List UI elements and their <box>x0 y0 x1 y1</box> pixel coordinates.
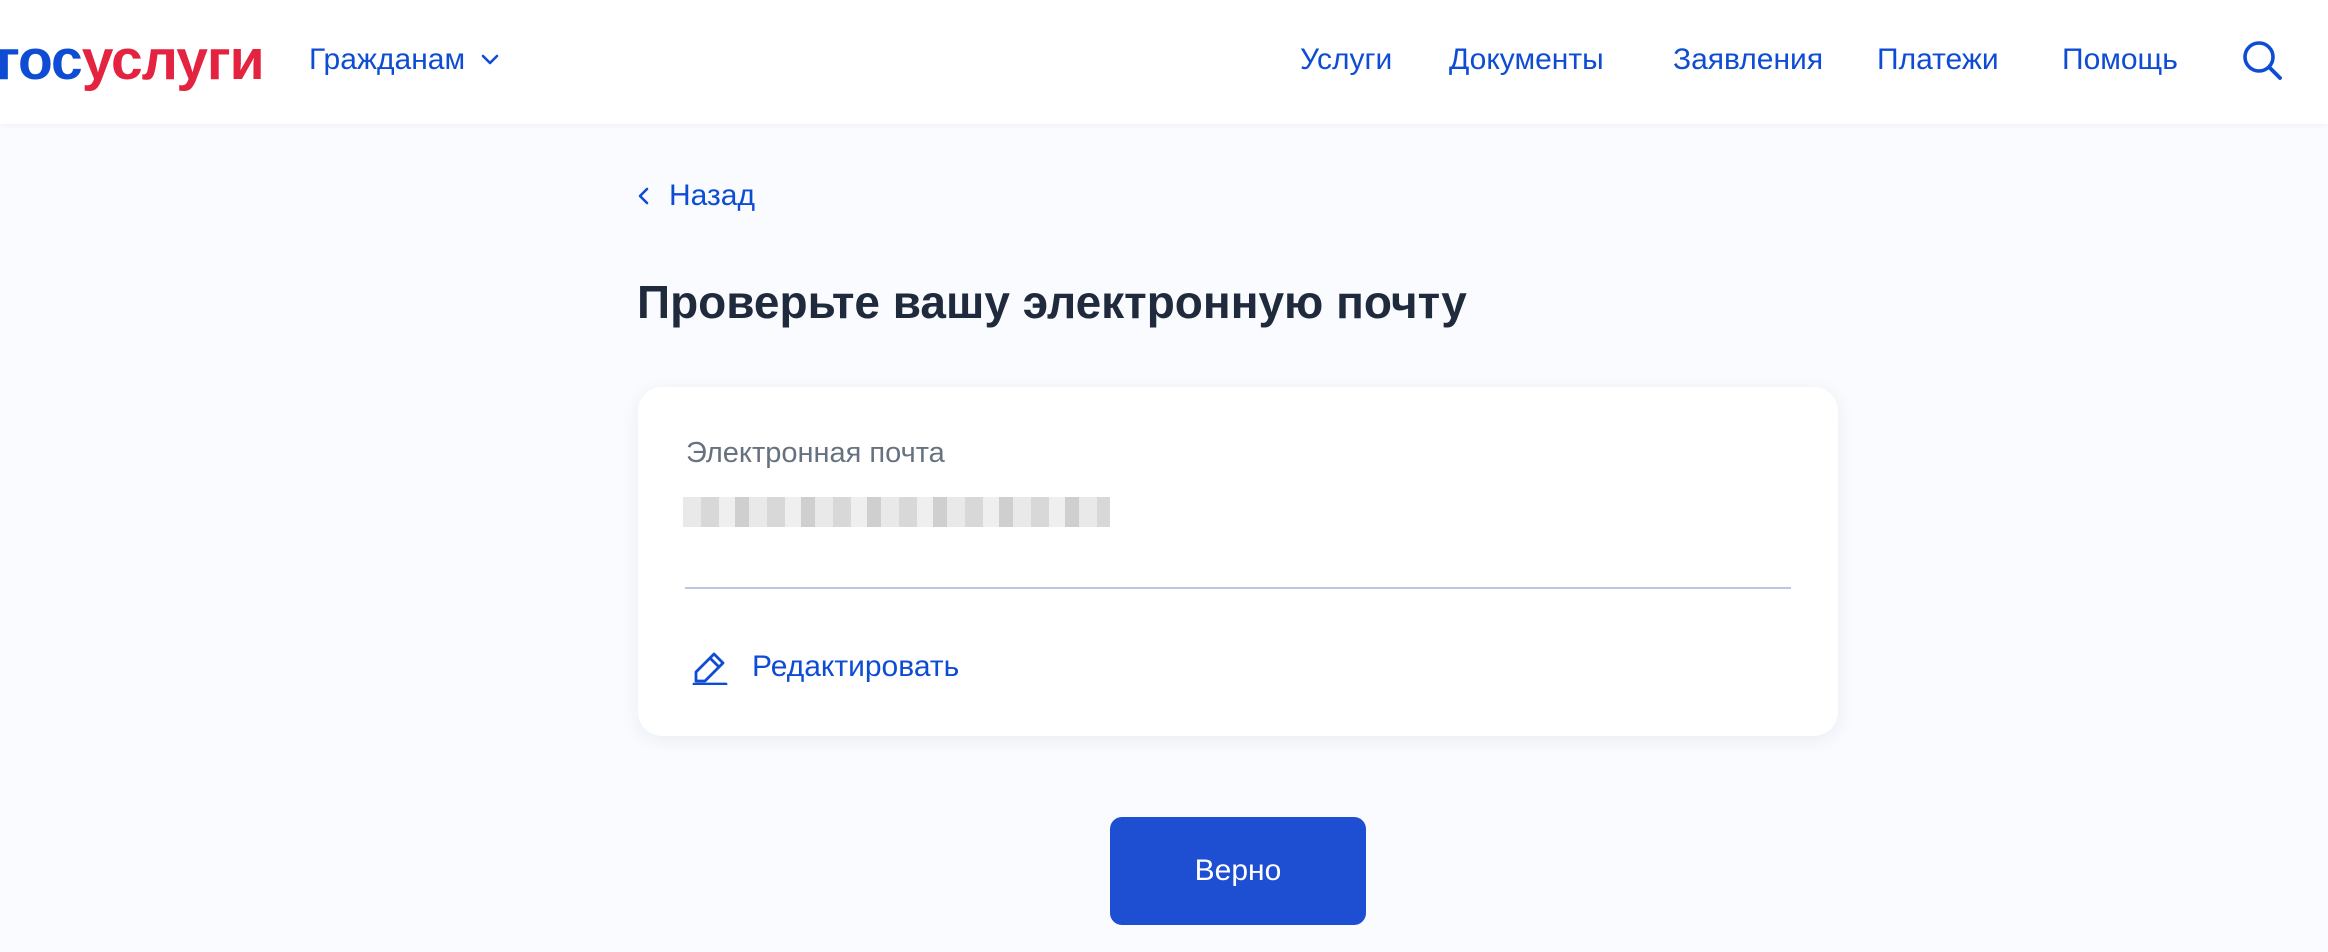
nav-payments[interactable]: Платежи <box>1877 40 1999 80</box>
gosuslugi-logo[interactable]: госуслуги <box>0 26 265 94</box>
nav-applications[interactable]: Заявления <box>1673 40 1823 80</box>
back-link[interactable]: Назад <box>637 176 755 216</box>
audience-menu[interactable]: Гражданам <box>309 40 499 80</box>
nav-services[interactable]: Услуги <box>1300 40 1392 80</box>
email-card: Электронная почта Редактировать <box>638 387 1838 736</box>
nav-documents[interactable]: Документы <box>1449 40 1604 80</box>
top-header: госуслуги Гражданам Услуги Документы Зая… <box>0 0 2328 124</box>
email-value-redacted <box>683 497 1110 527</box>
edit-link[interactable]: Редактировать <box>692 643 959 691</box>
field-divider <box>685 587 1791 589</box>
page-title: Проверьте вашу электронную почту <box>637 276 1467 328</box>
audience-menu-label: Гражданам <box>309 43 466 76</box>
edit-link-label: Редактировать <box>752 650 960 683</box>
pencil-icon <box>692 652 728 685</box>
email-field-label: Электронная почта <box>686 437 945 469</box>
logo-part-gos: гос <box>0 28 83 92</box>
search-icon[interactable] <box>2240 38 2284 82</box>
nav-help[interactable]: Помощь <box>2062 40 2178 80</box>
back-link-label: Назад <box>669 179 755 212</box>
chevron-left-icon <box>638 187 649 205</box>
confirm-button[interactable]: Верно <box>1110 817 1366 925</box>
chevron-down-icon <box>481 54 499 65</box>
logo-part-uslugi: услуги <box>81 28 265 92</box>
